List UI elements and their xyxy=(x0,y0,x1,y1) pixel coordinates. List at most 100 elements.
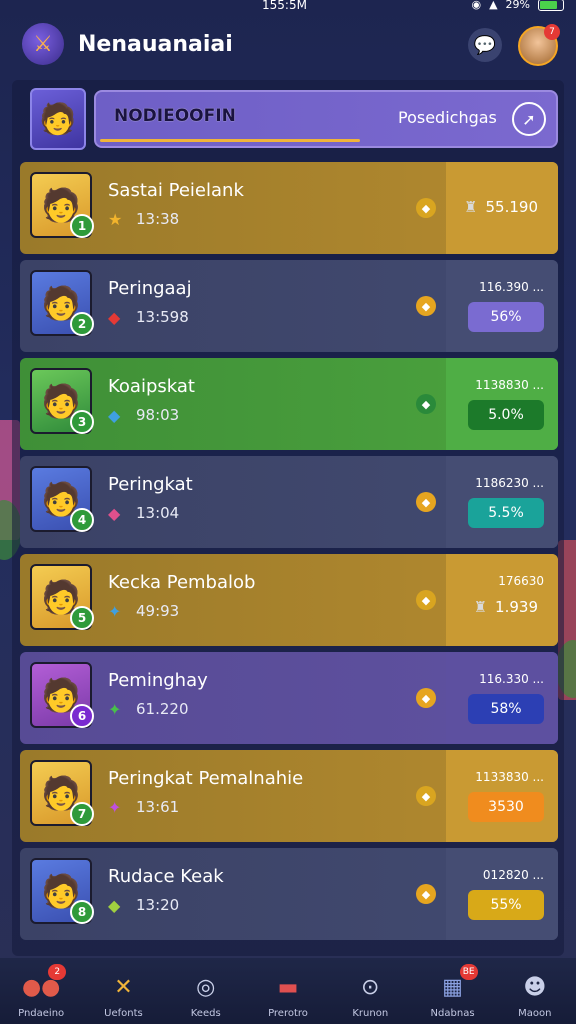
banner-action-label[interactable]: Posedichgas xyxy=(398,108,497,127)
bottom-nav: ●● Pndaeino 2 ✕ Uefonts ◎ Keeds ▬ Prerotro ⊙ Kruno… xyxy=(0,958,576,1024)
leaderboard-row[interactable]: 🧑 8 Rudace Keak ◆ 13:20 ◆ 012820 ... 55% xyxy=(20,848,558,940)
diamond-icon: ◆ xyxy=(416,198,436,218)
rank-badge: 6 xyxy=(70,704,94,728)
score-total: 116.390 ... xyxy=(479,280,544,294)
page-title: Nenauanaiai xyxy=(78,32,233,57)
player-name: Peringaaj xyxy=(108,278,192,299)
score-panel: 012820 ... 55% xyxy=(446,848,558,940)
status-bar: 155:5M ◉ ▲ 29% xyxy=(0,0,576,14)
gem-icon: ★ xyxy=(108,210,123,229)
leaderboard-row[interactable]: 🧑 7 Peringkat Pemalnahie ✦ 13:61 ◆ 1133830 ...… xyxy=(20,750,558,842)
leaderboard-row[interactable]: 🧑 5 Kecka Pembalob ✦ 49:93 ◆ 176630 ♜ 1.939 xyxy=(20,554,558,646)
score-total: 012820 ... xyxy=(482,868,544,882)
player-name: Koaipskat xyxy=(108,376,195,397)
score-panel: 1186230 ... 5.5% xyxy=(446,456,558,548)
rank-badge: 7 xyxy=(70,802,94,826)
player-name: Rudace Keak xyxy=(108,866,224,887)
compass-icon[interactable]: ➚ xyxy=(512,102,546,136)
score-value-group: ♜ 1.939 xyxy=(474,598,538,616)
score-value: 1.939 xyxy=(495,598,538,616)
search-icon: ⊙ xyxy=(361,974,380,1000)
banner-player-name: NODIEOOFIN xyxy=(114,106,236,126)
battery-icon xyxy=(538,0,564,11)
nav-item-profile[interactable]: ☻ Maoon xyxy=(494,958,576,1024)
nav-label: Keeds xyxy=(190,1008,221,1019)
stat-value: 13:61 xyxy=(136,798,180,816)
score-pill: 3530 xyxy=(468,792,544,822)
nav-item-search[interactable]: ⊙ Krunon xyxy=(329,958,411,1024)
signal-icon: ▲ xyxy=(489,0,498,11)
score-panel: 176630 ♜ 1.939 xyxy=(446,554,558,646)
notification-badge: 7 xyxy=(544,24,560,40)
nav-item-home[interactable]: ◎ Keeds xyxy=(165,958,247,1024)
banner-avatar: 🧑 xyxy=(30,88,86,150)
score-panel: ♜ 55.190 xyxy=(446,162,558,254)
stat-value: 13:20 xyxy=(136,896,180,914)
player-name: Kecka Pembalob xyxy=(108,572,256,593)
diamond-icon: ◆ xyxy=(416,688,436,708)
nav-item-calendar[interactable]: ▦ Ndabnas BE xyxy=(411,958,493,1024)
leaderboard-row[interactable]: 🧑 6 Peminghay ✦ 61.220 ◆ 116.330 ... 58% xyxy=(20,652,558,744)
score-panel: 1133830 ... 3530 xyxy=(446,750,558,842)
chat-icon[interactable]: 💬 xyxy=(468,28,502,62)
banner-bar: NODIEOOFIN Posedichgas ➚ xyxy=(94,90,558,148)
score-total: 176630 xyxy=(498,574,544,588)
stat-value: 13:38 xyxy=(136,210,180,228)
score-panel: 116.390 ... 56% xyxy=(446,260,558,352)
stat-value: 98:03 xyxy=(136,406,180,424)
status-icons: ◉ ▲ 29% xyxy=(471,0,564,11)
rank-badge: 8 xyxy=(70,900,94,924)
gem-icon: ✦ xyxy=(108,700,122,719)
nav-label: Pndaeino xyxy=(18,1008,65,1019)
gem-icon: ◆ xyxy=(108,308,121,327)
nav-label: Krunon xyxy=(352,1008,389,1019)
trophy-icon: ♜ xyxy=(473,598,488,616)
diamond-icon: ◆ xyxy=(416,786,436,806)
score-value-group: ♜ 55.190 xyxy=(464,198,538,216)
gem-icon: ◆ xyxy=(108,896,121,915)
gem-icon: ✦ xyxy=(108,602,122,621)
player-name: Peminghay xyxy=(108,670,208,691)
leaderboard-row[interactable]: 🧑 1 Sastai Peielank ★ 13:38 ◆ ♜ 55.190 xyxy=(20,162,558,254)
player-name: Peringkat Pemalnahie xyxy=(108,768,304,789)
nav-label: Maoon xyxy=(518,1008,552,1019)
rank-badge: 3 xyxy=(70,410,94,434)
score-pill: 5.0% xyxy=(468,400,544,430)
score-total: 1133830 ... xyxy=(475,770,544,784)
leaderboard-row[interactable]: 🧑 2 Peringaaj ◆ 13:598 ◆ 116.390 ... 56% xyxy=(20,260,558,352)
map-icon: ✕ xyxy=(114,974,133,1000)
stat-value: 13:04 xyxy=(136,504,180,522)
score-panel: 1138830 ... 5.0% xyxy=(446,358,558,450)
score-total: 1138830 ... xyxy=(475,378,544,392)
profile-icon: ☻ xyxy=(523,974,547,1000)
score-pill: 5.5% xyxy=(468,498,544,528)
avatar[interactable]: 7 xyxy=(518,24,560,66)
app-logo-icon[interactable]: ⚔ xyxy=(22,23,64,65)
rank-badge: 1 xyxy=(70,214,94,238)
nav-item-group[interactable]: ●● Pndaeino 2 xyxy=(0,958,82,1024)
notification-badge: 2 xyxy=(48,964,67,980)
nav-label: Ndabnas xyxy=(430,1008,475,1019)
leaderboard-row[interactable]: 🧑 3 Koaipskat ◆ 98:03 ◆ 1138830 ... 5.0% xyxy=(20,358,558,450)
rank-badge: 4 xyxy=(70,508,94,532)
nav-item-shop[interactable]: ▬ Prerotro xyxy=(247,958,329,1024)
home-icon: ◎ xyxy=(196,974,216,1000)
nav-item-map[interactable]: ✕ Uefonts xyxy=(82,958,164,1024)
leaderboard-list: 🧑 1 Sastai Peielank ★ 13:38 ◆ ♜ 55.190 🧑 2 Peringa… xyxy=(20,162,558,946)
stat-value: 13:598 xyxy=(136,308,189,326)
stat-value: 49:93 xyxy=(136,602,180,620)
score-value: 55.190 xyxy=(485,198,539,216)
shop-icon: ▬ xyxy=(277,974,299,1000)
gem-icon: ✦ xyxy=(108,798,122,817)
nav-label: Prerotro xyxy=(268,1008,308,1019)
nav-label: Uefonts xyxy=(104,1008,143,1019)
banner-progress-bar xyxy=(100,139,360,142)
player-banner[interactable]: 🧑 NODIEOOFIN Posedichgas ➚ xyxy=(30,88,558,150)
battery-percent: 29% xyxy=(505,0,530,11)
diamond-icon: ◆ xyxy=(416,884,436,904)
leaderboard-row[interactable]: 🧑 4 Peringkat ◆ 13:04 ◆ 1186230 ... 5.5% xyxy=(20,456,558,548)
player-name: Peringkat xyxy=(108,474,193,495)
gem-icon: ◆ xyxy=(108,406,121,425)
notification-badge: BE xyxy=(459,964,478,980)
player-name: Sastai Peielank xyxy=(108,180,244,201)
